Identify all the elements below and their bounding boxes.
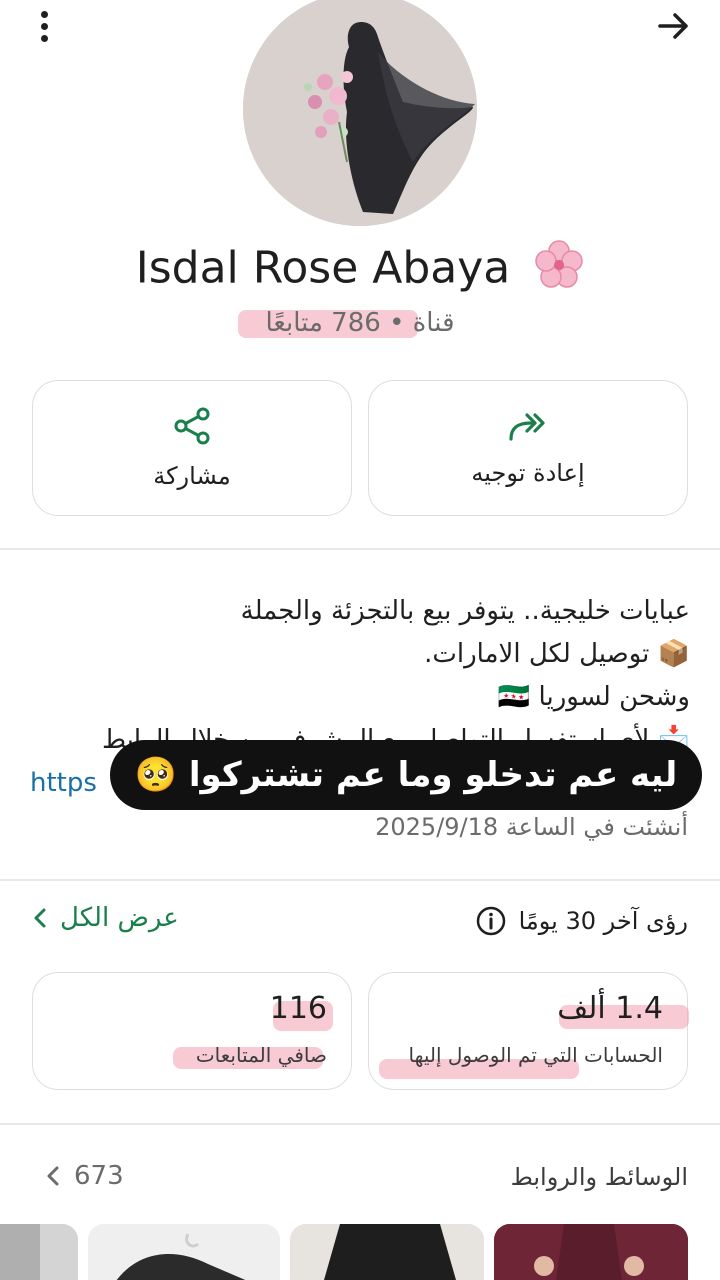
description-line: 📦 توصيل لكل الامارات. (424, 639, 690, 669)
channel-meta: قناة • 786 متابعًا (265, 308, 455, 338)
divider (0, 548, 720, 550)
created-date: أنشئت في الساعة 2025/9/18 (375, 813, 688, 841)
arrow-right-icon (658, 13, 688, 39)
more-vertical-icon (40, 10, 48, 18)
more-options-button[interactable] (30, 8, 58, 44)
media-thumbnail[interactable] (290, 1224, 484, 1280)
channel-avatar[interactable] (243, 0, 477, 226)
media-thumbnail[interactable] (494, 1224, 688, 1280)
channel-name-text: Isdal Rose Abaya (135, 242, 511, 294)
forward-label: إعادة توجيه (471, 459, 585, 487)
media-thumbnail[interactable] (88, 1224, 280, 1280)
avatar-image (243, 0, 477, 226)
cherry-blossom-icon (534, 240, 584, 301)
media-count-link[interactable]: 673 (46, 1161, 124, 1191)
insights-title: رؤى آخر 30 يومًا (518, 907, 688, 935)
view-all-link[interactable]: عرض الكل (32, 903, 179, 933)
chevron-left-icon (34, 908, 46, 928)
share-icon (174, 407, 210, 445)
media-thumbnail[interactable] (0, 1224, 78, 1280)
media-count: 673 (74, 1161, 124, 1191)
accounts-reached-label: الحسابات التي تم الوصول إليها (408, 1043, 663, 1067)
info-icon[interactable] (475, 905, 507, 937)
forward-button[interactable]: إعادة توجيه (368, 380, 688, 516)
overlay-caption: ليه عم تدخلو وما عم تشتركوا 🥺 (110, 740, 702, 810)
back-button[interactable] (654, 6, 694, 46)
divider (0, 1123, 720, 1125)
share-button[interactable]: مشاركة (32, 380, 352, 516)
description-line: وشحن لسوريا 🇸🇾 (497, 682, 690, 712)
view-all-label: عرض الكل (60, 903, 179, 933)
forward-icon (509, 413, 545, 441)
divider (0, 879, 720, 881)
accounts-reached-card[interactable]: 1.4 ألف الحسابات التي تم الوصول إليها (368, 972, 689, 1090)
accounts-reached-value: 1.4 ألف (557, 991, 663, 1026)
chevron-left-icon (47, 1166, 59, 1186)
description-link[interactable]: https (30, 768, 97, 798)
net-followers-label: صافي المتابعات (195, 1043, 327, 1067)
net-followers-value: 116 (269, 991, 327, 1026)
net-followers-card[interactable]: 116 صافي المتابعات (32, 972, 352, 1090)
description-line: عبايات خليجية.. يتوفر بيع بالتجزئة والجم… (240, 596, 690, 626)
insights-header: رؤى آخر 30 يومًا (475, 905, 688, 937)
media-links-title: الوسائط والروابط (510, 1163, 688, 1191)
channel-title: Isdal Rose Abaya (0, 240, 720, 301)
share-label: مشاركة (153, 462, 231, 490)
